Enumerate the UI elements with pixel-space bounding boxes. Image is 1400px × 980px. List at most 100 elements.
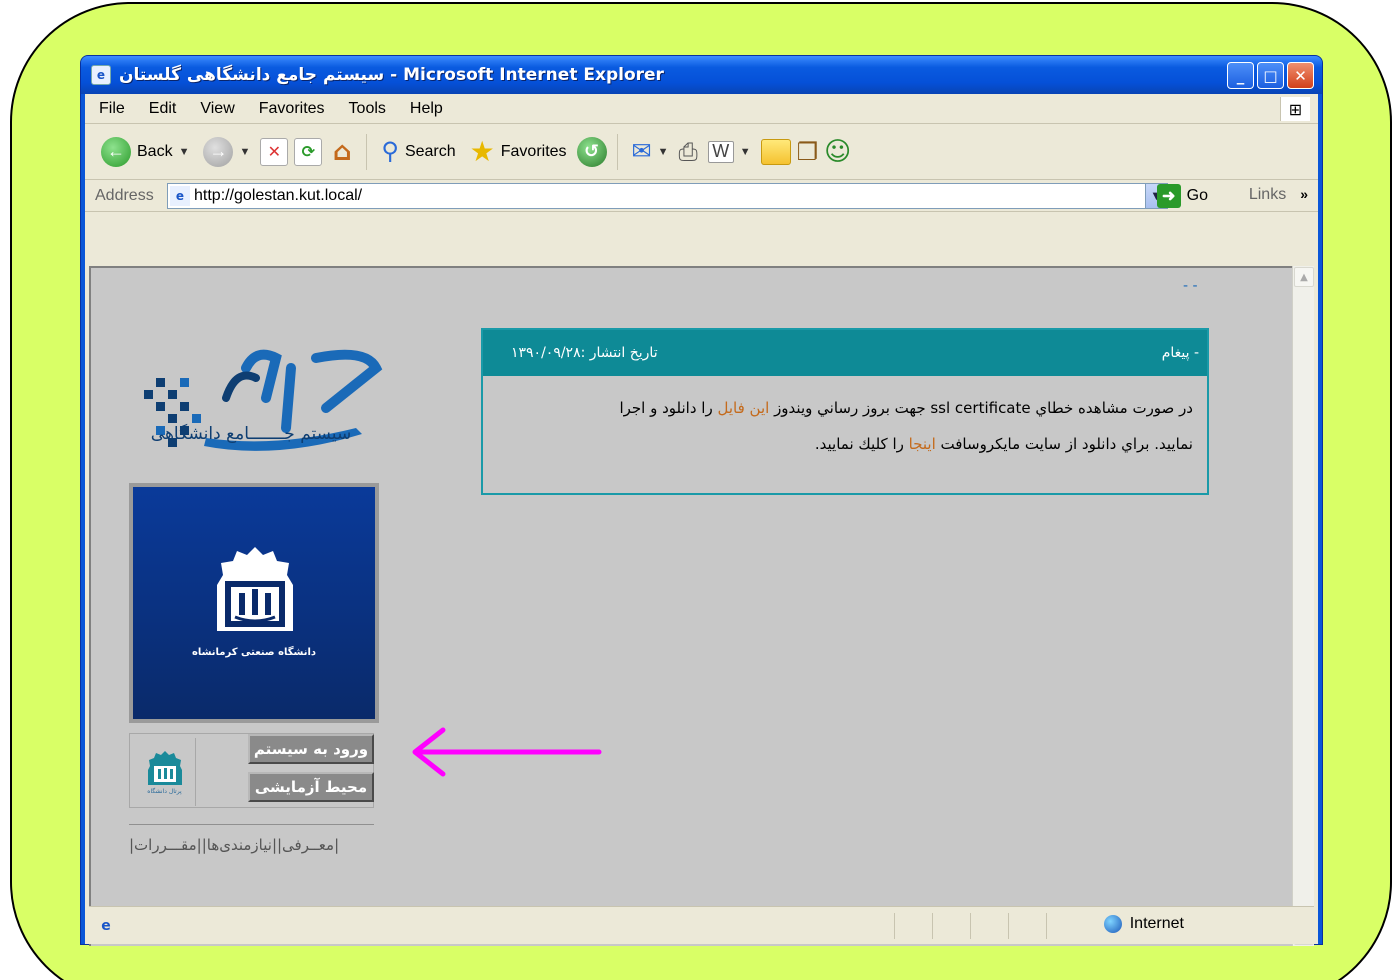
message-header: تاریخ انتشار :۱۳۹۰/۰۹/۲۸ - پیغام bbox=[483, 330, 1207, 376]
page-viewport: - - سیستم جـــــــامع دانشگاهی دانشگاه ص… bbox=[89, 266, 1292, 946]
status-pane bbox=[970, 913, 1008, 939]
page-icon: e bbox=[170, 186, 190, 206]
portal-logo-icon bbox=[147, 750, 182, 785]
mail-icon: ✉ bbox=[631, 138, 652, 165]
message-line-2-suffix: را كليك نماييد. bbox=[814, 435, 909, 453]
university-banner: دانشگاه صنعتی کرمانشاه bbox=[129, 483, 379, 723]
message-line-1-suffix: را دانلود و اجرا bbox=[619, 399, 718, 417]
microsoft-link[interactable]: اينجا bbox=[909, 435, 936, 453]
annotation-arrow-icon bbox=[412, 727, 602, 777]
back-icon: ← bbox=[101, 136, 131, 167]
home-icon[interactable]: ⌂ bbox=[328, 137, 356, 167]
maximize-button[interactable]: □ bbox=[1257, 62, 1284, 89]
address-url: http://golestan.kut.local/ bbox=[194, 187, 363, 204]
research-icon[interactable]: ❐ bbox=[797, 138, 819, 166]
footer-links[interactable]: |معــرفی||نیازمندی‌ها||مقـــررات| bbox=[129, 836, 374, 854]
standard-toolbar: ← Back ▼ → ▼ ✕ ⟳ ⌂ ⚲ Search ★ Favorites … bbox=[85, 124, 1318, 180]
refresh-icon[interactable]: ⟳ bbox=[294, 137, 323, 166]
folder-icon[interactable] bbox=[760, 138, 791, 165]
back-button[interactable]: ← Back ▼ bbox=[97, 136, 193, 167]
search-icon: ⚲ bbox=[381, 138, 399, 165]
go-label: Go bbox=[1186, 187, 1208, 204]
message-box: تاریخ انتشار :۱۳۹۰/۰۹/۲۸ - پیغام در صورت… bbox=[481, 328, 1209, 495]
mail-dropdown-icon[interactable]: ▼ bbox=[658, 146, 669, 158]
title-bar[interactable]: e سیستم جامع دانشگاهی گلستان - Microsoft… bbox=[81, 56, 1322, 94]
ie-icon: e bbox=[91, 65, 111, 85]
system-links-panel: پرتال دانشگاه ورود به سیستم محیط آزمایشی bbox=[129, 733, 374, 808]
menu-bar: File Edit View Favorites Tools Help ⊞ bbox=[85, 94, 1318, 124]
divider bbox=[129, 824, 374, 825]
links-button[interactable]: Links » bbox=[1249, 186, 1308, 204]
university-emblem-icon bbox=[217, 547, 293, 631]
status-panes bbox=[894, 913, 1084, 939]
vertical-scrollbar[interactable]: ▲ ▼ bbox=[1292, 266, 1314, 946]
forward-button[interactable]: → ▼ bbox=[199, 136, 254, 167]
forward-dropdown-icon[interactable]: ▼ bbox=[239, 146, 250, 158]
status-pane bbox=[894, 913, 932, 939]
test-environment-button[interactable]: محیط آزمایشی bbox=[248, 772, 374, 802]
menu-file[interactable]: File bbox=[85, 100, 137, 118]
stop-icon[interactable]: ✕ bbox=[260, 137, 289, 166]
message-line-2: نماييد. براي دانلود از سايت مايكروسافت ا… bbox=[497, 426, 1193, 462]
menu-favorites[interactable]: Favorites bbox=[247, 100, 337, 118]
search-label: Search bbox=[404, 142, 456, 160]
message-title: - پیغام bbox=[1161, 345, 1199, 361]
menu-view[interactable]: View bbox=[188, 100, 246, 118]
favorites-button[interactable]: ★ Favorites bbox=[466, 135, 571, 168]
chevron-right-icon: » bbox=[1300, 186, 1308, 202]
ie-window: e سیستم جامع دانشگاهی گلستان - Microsoft… bbox=[80, 55, 1323, 946]
messenger-icon[interactable]: ☺ bbox=[824, 137, 851, 167]
message-line-1-prefix: در صورت مشاهده خطاي ssl certificate جهت … bbox=[769, 399, 1193, 417]
address-bar: Address e http://golestan.kut.local/ ▼ ➜… bbox=[85, 180, 1318, 212]
favorites-star-icon: ★ bbox=[469, 136, 495, 167]
windows-logo-icon: ⊞ bbox=[1280, 97, 1310, 121]
search-button[interactable]: ⚲ Search bbox=[377, 137, 459, 166]
back-dropdown-icon[interactable]: ▼ bbox=[179, 146, 190, 158]
portal-logo[interactable]: پرتال دانشگاه bbox=[134, 738, 196, 806]
history-icon[interactable]: ↺ bbox=[576, 136, 607, 167]
status-pane bbox=[1046, 913, 1084, 939]
edit-icon: W bbox=[707, 140, 734, 163]
university-name: دانشگاه صنعتی کرمانشاه bbox=[191, 647, 317, 658]
menu-help[interactable]: Help bbox=[398, 100, 455, 118]
status-page-icon: e bbox=[101, 917, 111, 934]
edit-button[interactable]: W ▼ bbox=[704, 140, 755, 163]
logo-caption: سیستم جـــــــامع دانشگاهی bbox=[150, 424, 352, 444]
portal-logo-text: پرتال دانشگاه bbox=[147, 787, 182, 795]
status-pane bbox=[1008, 913, 1046, 939]
go-arrow-icon: ➜ bbox=[1156, 184, 1181, 208]
message-body: در صورت مشاهده خطاي ssl certificate جهت … bbox=[483, 376, 1207, 462]
status-bar: e Internet bbox=[89, 906, 1314, 944]
go-button[interactable]: ➜ Go bbox=[1156, 184, 1208, 208]
links-label: Links bbox=[1248, 186, 1287, 203]
scroll-up-icon[interactable]: ▲ bbox=[1294, 267, 1314, 287]
zone-label: Internet bbox=[1129, 915, 1184, 932]
message-date: تاریخ انتشار :۱۳۹۰/۰۹/۲۸ bbox=[511, 345, 658, 361]
back-label: Back bbox=[137, 142, 173, 160]
download-file-link[interactable]: اين فايل bbox=[717, 399, 769, 417]
golestan-logo bbox=[144, 349, 383, 451]
mail-button[interactable]: ✉ ▼ bbox=[628, 137, 673, 166]
window-controls: _ □ ✕ bbox=[1227, 62, 1314, 89]
message-line-2-prefix: نماييد. براي دانلود از سايت مايكروسافت bbox=[935, 435, 1193, 453]
top-dots: - - bbox=[1183, 278, 1198, 294]
globe-icon bbox=[1103, 915, 1122, 933]
edit-dropdown-icon[interactable]: ▼ bbox=[740, 146, 751, 158]
address-input[interactable]: e http://golestan.kut.local/ ▼ bbox=[167, 183, 1168, 209]
message-line-1: در صورت مشاهده خطاي ssl certificate جهت … bbox=[497, 390, 1193, 426]
favorites-label: Favorites bbox=[500, 142, 567, 160]
forward-icon: → bbox=[203, 136, 234, 167]
status-pane bbox=[932, 913, 970, 939]
security-zone: Internet bbox=[1103, 915, 1184, 933]
toolbar-separator bbox=[366, 133, 368, 170]
menu-tools[interactable]: Tools bbox=[337, 100, 398, 118]
toolbar-separator bbox=[616, 133, 618, 170]
window-title: سیستم جامع دانشگاهی گلستان - Microsoft I… bbox=[119, 65, 664, 85]
login-button[interactable]: ورود به سیستم bbox=[248, 734, 374, 764]
close-button[interactable]: ✕ bbox=[1287, 62, 1314, 89]
address-label: Address bbox=[95, 186, 154, 204]
menu-edit[interactable]: Edit bbox=[137, 100, 189, 118]
window-client: File Edit View Favorites Tools Help ⊞ ← … bbox=[85, 94, 1318, 946]
print-icon[interactable]: ⎙ bbox=[679, 138, 698, 166]
minimize-button[interactable]: _ bbox=[1227, 62, 1254, 89]
